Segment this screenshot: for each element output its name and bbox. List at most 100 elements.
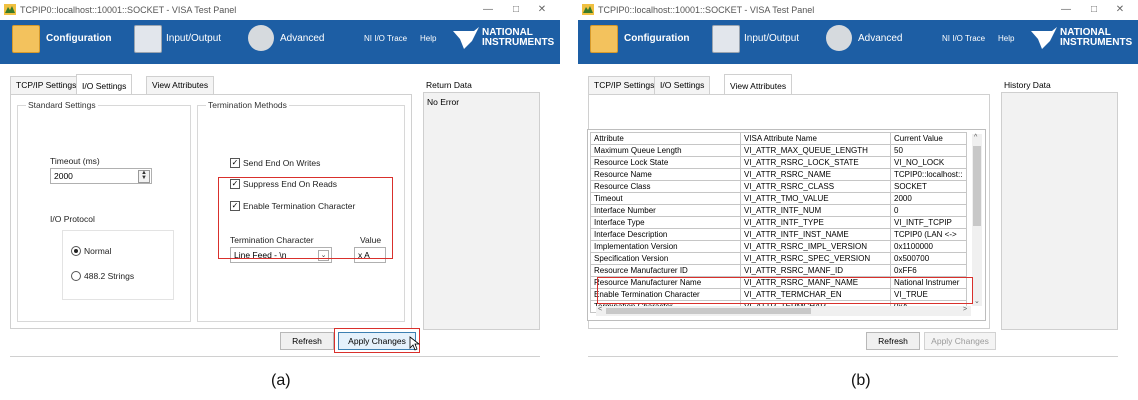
cell-visa-name: VI_ATTR_RSRC_NAME <box>740 168 891 181</box>
cell-attribute: Specification Version <box>590 252 741 265</box>
tab-tcpip-settings[interactable]: TCP/IP Settings <box>10 76 83 94</box>
table-row[interactable]: Interface Description VI_ATTR_INTF_INST_N… <box>590 228 967 241</box>
ni-io-trace-link-b[interactable]: NI I/O Trace <box>942 34 985 43</box>
minimize-button-b[interactable]: — <box>1058 3 1074 17</box>
io-protocol-label: I/O Protocol <box>50 214 95 224</box>
cell-attribute: Interface Description <box>590 228 741 241</box>
table-row[interactable]: Maximum Queue Length VI_ATTR_MAX_QUEUE_LE… <box>590 144 967 157</box>
tab-view-attributes-b[interactable]: View Attributes <box>724 74 793 95</box>
table-row[interactable]: Resource Manufacturer ID VI_ATTR_RSRC_MAN… <box>590 264 967 277</box>
maximize-button[interactable]: □ <box>508 3 524 17</box>
table-row[interactable]: Timeout VI_ATTR_TMO_VALUE 2000 <box>590 192 967 205</box>
cell-attribute: Resource Manufacturer ID <box>590 264 741 277</box>
close-button[interactable]: ✕ <box>534 3 550 17</box>
window-title: TCPIP0::localhost::10001::SOCKET - VISA … <box>20 5 237 15</box>
timeout-spinbox[interactable]: 2000 ▲ ▼ <box>50 168 152 184</box>
maximize-button-b[interactable]: □ <box>1086 3 1102 17</box>
configuration-icon[interactable] <box>12 25 40 53</box>
ni-eagle-icon-b <box>1031 27 1057 49</box>
cell-visa-name: VI_ATTR_INTF_TYPE <box>740 216 891 229</box>
normal-radio[interactable] <box>71 246 81 256</box>
cell-current-value: 0 <box>890 204 967 217</box>
normal-label: Normal <box>84 246 112 256</box>
input-output-tab[interactable]: Input/Output <box>166 33 221 44</box>
col-attribute[interactable]: Attribute <box>590 132 741 145</box>
cell-visa-name: VI_ATTR_RSRC_IMPL_VERSION <box>740 240 891 253</box>
cell-visa-name: VI_ATTR_INTF_INST_NAME <box>740 228 891 241</box>
input-output-tab-b[interactable]: Input/Output <box>744 33 799 44</box>
highlight-termination-rows <box>597 277 973 304</box>
scroll-up-icon[interactable]: ^ <box>974 134 977 141</box>
help-link-b[interactable]: Help <box>998 34 1014 43</box>
configuration-tab-b[interactable]: Configuration <box>624 33 690 44</box>
input-output-icon-b[interactable] <box>712 25 740 53</box>
cell-attribute: Maximum Queue Length <box>590 144 741 157</box>
return-data-panel: No Error <box>423 92 540 330</box>
refresh-button[interactable]: Refresh <box>280 332 334 350</box>
tab-io-settings-b[interactable]: I/O Settings <box>654 76 711 94</box>
cell-current-value: SOCKET <box>890 180 967 193</box>
bottom-separator-a <box>10 356 540 357</box>
minimize-button[interactable]: — <box>480 3 496 17</box>
col-current-value[interactable]: Current Value <box>890 132 967 145</box>
horizontal-scroll-thumb[interactable] <box>606 308 811 314</box>
gear-icon[interactable] <box>248 25 274 51</box>
table-row[interactable]: Interface Type VI_ATTR_INTF_TYPE VI_INTF_T… <box>590 216 967 229</box>
table-header-row: Attribute VISA Attribute Name Current Va… <box>590 132 967 145</box>
ni-logo-b: NATIONAL INSTRUMENTS <box>1030 25 1133 53</box>
tab-io-settings[interactable]: I/O Settings <box>76 74 133 95</box>
scroll-right-icon[interactable]: > <box>963 306 967 313</box>
spin-arrows-icon[interactable]: ▲ ▼ <box>138 170 150 183</box>
tab-view-attributes[interactable]: View Attributes <box>146 76 215 94</box>
refresh-button-b[interactable]: Refresh <box>866 332 920 350</box>
highlight-termination-box <box>218 177 393 259</box>
logo-line2: INSTRUMENTS <box>482 37 555 48</box>
help-link[interactable]: Help <box>420 34 436 43</box>
table-row[interactable]: Resource Lock State VI_ATTR_RSRC_LOCK_STA… <box>590 156 967 169</box>
input-output-icon[interactable] <box>134 25 162 53</box>
ribbon: Configuration Input/Output Advanced NI I… <box>0 20 560 64</box>
apply-changes-button-b: Apply Changes <box>924 332 996 350</box>
gear-icon-b[interactable] <box>826 25 852 51</box>
cell-current-value: TCPIP0 (LAN <-> <box>890 228 967 241</box>
vertical-scroll-thumb[interactable] <box>973 146 981 226</box>
cell-attribute: Interface Type <box>590 216 741 229</box>
standard-settings-group: Standard Settings Timeout (ms) 2000 ▲ ▼ I… <box>17 100 191 322</box>
send-end-checkbox[interactable]: ✓ <box>230 158 240 168</box>
cell-current-value: TCPIP0::localhost:: <box>890 168 967 181</box>
caption-a: (a) <box>271 372 291 389</box>
tab-tcpip-settings-b[interactable]: TCP/IP Settings <box>588 76 661 94</box>
cell-attribute: Timeout <box>590 192 741 205</box>
app-icon-b <box>582 4 594 15</box>
scroll-down-icon[interactable]: ⌄ <box>974 297 980 305</box>
col-visa-name[interactable]: VISA Attribute Name <box>740 132 891 145</box>
timeout-value: 2000 <box>54 171 73 181</box>
488-strings-label: 488.2 Strings <box>84 271 135 281</box>
table-row[interactable]: Implementation Version VI_ATTR_RSRC_IMPL_… <box>590 240 967 253</box>
return-data-text: No Error <box>427 97 460 107</box>
table-row[interactable]: Resource Name VI_ATTR_RSRC_NAME TCPIP0::lo… <box>590 168 967 181</box>
table-row[interactable]: Specification Version VI_ATTR_RSRC_SPEC_V… <box>590 252 967 265</box>
table-row[interactable]: Interface Number VI_ATTR_INTF_NUM 0 <box>590 204 967 217</box>
configuration-tab[interactable]: Configuration <box>46 33 112 44</box>
advanced-tab[interactable]: Advanced <box>280 33 324 44</box>
advanced-tab-b[interactable]: Advanced <box>858 33 902 44</box>
cell-current-value: VI_NO_LOCK <box>890 156 967 169</box>
history-data-title: History Data <box>1004 80 1051 90</box>
cell-current-value: 2000 <box>890 192 967 205</box>
send-end-label: Send End On Writes <box>243 158 321 168</box>
ni-io-trace-link[interactable]: NI I/O Trace <box>364 34 407 43</box>
title-bar-b: TCPIP0::localhost::10001::SOCKET - VISA … <box>578 0 1138 20</box>
logo-line2-b: INSTRUMENTS <box>1060 37 1133 48</box>
ni-logo: NATIONAL INSTRUMENTS <box>452 25 555 53</box>
cell-current-value: 50 <box>890 144 967 157</box>
close-button-b[interactable]: ✕ <box>1112 3 1128 17</box>
cell-visa-name: VI_ATTR_INTF_NUM <box>740 204 891 217</box>
cell-visa-name: VI_ATTR_TMO_VALUE <box>740 192 891 205</box>
return-data-title: Return Data <box>426 80 472 90</box>
488-strings-radio[interactable] <box>71 271 81 281</box>
table-row[interactable]: Resource Class VI_ATTR_RSRC_CLASS SOCKET <box>590 180 967 193</box>
cell-current-value: 0x500700 <box>890 252 967 265</box>
configuration-icon-b[interactable] <box>590 25 618 53</box>
scroll-left-icon[interactable]: < <box>598 306 602 313</box>
